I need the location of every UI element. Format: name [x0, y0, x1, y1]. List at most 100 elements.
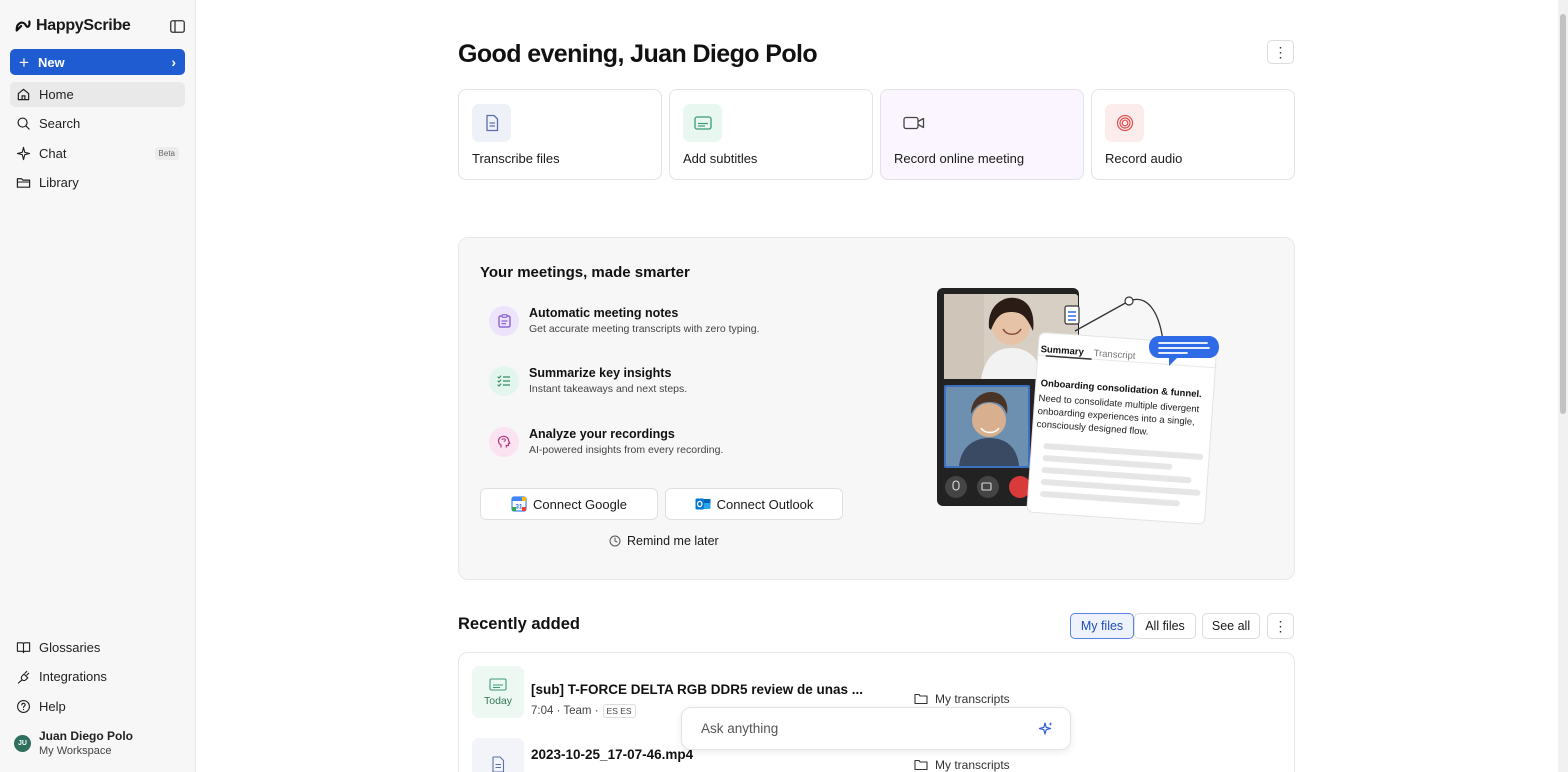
sidebar-toggle-icon[interactable]: [168, 17, 186, 35]
language-badge: ES ES: [602, 704, 636, 718]
sidebar-item-home[interactable]: Home: [10, 82, 185, 107]
svg-text:31: 31: [516, 505, 523, 511]
brain-icon: [489, 427, 519, 457]
file-name: [sub] T-FORCE DELTA RGB DDR5 review de u…: [531, 682, 864, 697]
transcribe-files-card[interactable]: Transcribe files: [458, 89, 662, 180]
all-files-tab[interactable]: All files: [1134, 613, 1196, 639]
feature-desc: AI-powered insights from every recording…: [529, 444, 724, 456]
file-thumbnail: Today: [472, 666, 524, 718]
user-menu[interactable]: JU Juan Diego Polo My Workspace: [14, 729, 133, 757]
feature-title: Summarize key insights: [529, 366, 672, 380]
remind-later-label: Remind me later: [627, 534, 719, 548]
my-files-tab[interactable]: My files: [1070, 613, 1134, 639]
sidebar-item-glossaries[interactable]: Glossaries: [10, 635, 185, 660]
connect-outlook-button[interactable]: Connect Outlook: [665, 488, 843, 520]
subtitles-icon: [683, 104, 722, 142]
file-meta: 7:04 · Team · ES ES: [531, 704, 636, 718]
sidebar-item-label: Help: [39, 699, 66, 714]
sidebar-item-label: Integrations: [39, 669, 107, 684]
meetings-promo-panel: Your meetings, made smarter Automatic me…: [458, 237, 1295, 580]
plug-icon: [17, 670, 30, 684]
meeting-illustration: Summary Transcript Onboarding consolidat…: [937, 286, 1227, 536]
action-label: Transcribe files: [472, 151, 560, 166]
happyscribe-logo-icon: [15, 20, 31, 32]
beta-badge: Beta: [154, 147, 179, 160]
recent-options-icon[interactable]: ⋮: [1267, 613, 1294, 639]
subtitles-icon: [489, 677, 507, 691]
sidebar-item-search[interactable]: Search: [10, 111, 185, 136]
page-scrollbar[interactable]: [1558, 0, 1568, 772]
action-label: Add subtitles: [683, 151, 758, 166]
sidebar-item-label: Search: [39, 116, 81, 131]
connect-google-button[interactable]: 31 Connect Google: [480, 488, 658, 520]
file-folder[interactable]: My transcripts: [914, 758, 1010, 772]
folder-name: My transcripts: [935, 692, 1010, 706]
record-icon: [1105, 104, 1144, 142]
action-label: Record online meeting: [894, 151, 1025, 166]
app-logo[interactable]: HappyScribe: [14, 17, 131, 35]
file-date: Today: [483, 694, 513, 707]
home-icon: [17, 88, 30, 101]
sidebar-item-help[interactable]: Help: [10, 694, 185, 719]
ask-anything-input[interactable]: [701, 721, 1038, 736]
connect-outlook-label: Connect Outlook: [716, 496, 814, 512]
record-online-meeting-card[interactable]: Record online meeting: [880, 89, 1084, 180]
recently-added-title: Recently added: [458, 615, 580, 633]
notes-icon: [489, 306, 519, 336]
feature-analyze: Analyze your recordings AI-powered insig…: [489, 426, 723, 457]
search-icon: [17, 117, 30, 130]
file-icon: [472, 104, 511, 142]
user-name: Juan Diego Polo: [39, 729, 134, 743]
sidebar-item-label: Glossaries: [39, 640, 101, 655]
ask-anything-bar: [681, 707, 1071, 750]
feature-title: Analyze your recordings: [529, 427, 675, 441]
folder-icon: [16, 178, 31, 188]
promo-title: Your meetings, made smarter: [480, 264, 690, 281]
sidebar-item-chat[interactable]: Chat Beta: [10, 141, 185, 166]
sparkle-icon[interactable]: [1038, 721, 1054, 737]
plus-icon: +: [19, 52, 29, 72]
sidebar-item-library[interactable]: Library: [10, 170, 185, 195]
google-calendar-icon: 31: [511, 496, 527, 512]
feature-title: Automatic meeting notes: [529, 306, 679, 320]
new-button-label: New: [37, 54, 65, 70]
remind-later-button[interactable]: Remind me later: [609, 534, 719, 548]
file-name: 2023-10-25_17-07-46.mp4: [531, 747, 694, 762]
sidebar-item-label: Library: [39, 175, 79, 190]
sparkle-icon: [16, 146, 31, 161]
sidebar-item-label: Chat: [39, 146, 67, 161]
sidebar-item-label: Home: [39, 87, 74, 102]
add-subtitles-card[interactable]: Add subtitles: [669, 89, 873, 180]
workspace-name: My Workspace: [39, 745, 112, 757]
record-audio-card[interactable]: Record audio: [1091, 89, 1295, 180]
scrollbar-thumb[interactable]: [1560, 14, 1566, 414]
book-icon: [16, 642, 31, 654]
folder-icon: [914, 759, 928, 771]
file-meta-text: 7:04 · Team ·: [531, 705, 599, 717]
feature-desc: Instant takeaways and next steps.: [529, 383, 688, 395]
checklist-icon: [489, 366, 519, 396]
sidebar-item-integrations[interactable]: Integrations: [10, 664, 185, 689]
feature-summarize: Summarize key insights Instant takeaways…: [489, 365, 687, 396]
action-label: Record audio: [1105, 151, 1183, 166]
file-folder[interactable]: My transcripts: [914, 692, 1010, 706]
file-thumbnail: [472, 738, 524, 772]
feature-desc: Get accurate meeting transcripts with ze…: [529, 323, 760, 335]
app-name: HappyScribe: [36, 17, 131, 34]
feature-automatic-notes: Automatic meeting notes Get accurate mee…: [489, 305, 760, 336]
new-button[interactable]: + New ›: [10, 49, 185, 75]
connect-google-label: Connect Google: [533, 496, 627, 512]
page-title: Good evening, Juan Diego Polo: [458, 40, 818, 68]
sidebar-header: HappyScribe: [14, 14, 186, 38]
see-all-button[interactable]: See all: [1202, 613, 1260, 639]
help-icon: [17, 700, 30, 713]
video-camera-icon: [894, 104, 933, 142]
sidebar: HappyScribe + New › Home Search Chat Bet…: [0, 0, 196, 772]
chevron-right-icon: ›: [171, 54, 176, 70]
folder-name: My transcripts: [935, 758, 1010, 772]
folder-icon: [914, 693, 928, 705]
clock-icon: [609, 535, 621, 547]
outlook-icon: [695, 498, 711, 510]
avatar: JU: [14, 734, 31, 752]
more-options-icon[interactable]: ⋮: [1267, 40, 1294, 64]
